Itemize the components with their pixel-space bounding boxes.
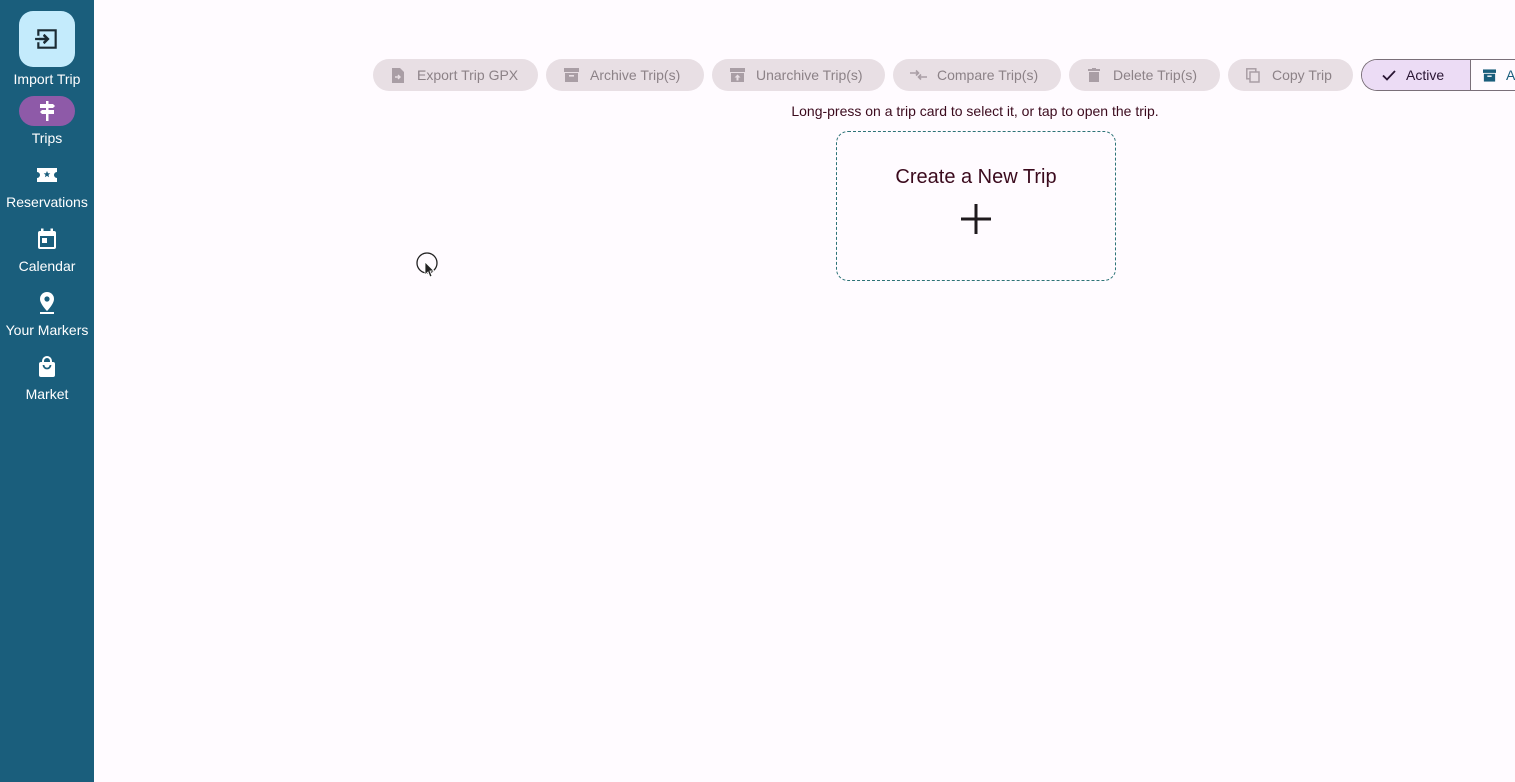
rail-item-reservations[interactable]: Reservations	[0, 160, 94, 210]
archive-trips-button[interactable]: Archive Trip(s)	[546, 59, 704, 91]
compare-trips-label: Compare Trip(s)	[937, 67, 1039, 83]
copy-icon	[1244, 66, 1262, 84]
filter-archived-segment[interactable]: A	[1471, 60, 1515, 90]
rail-label-reservations: Reservations	[6, 194, 88, 210]
rail-label-trips: Trips	[31, 130, 63, 146]
map-marker-icon	[40, 292, 54, 314]
rail-label-calendar: Calendar	[18, 258, 76, 274]
create-new-trip-title: Create a New Trip	[895, 166, 1057, 188]
archive-trips-label: Archive Trip(s)	[590, 67, 681, 83]
rail-item-market[interactable]: Market	[0, 352, 94, 402]
calendar-icon	[38, 228, 56, 249]
rail-item-your-markers[interactable]: Your Markers	[0, 288, 94, 338]
compare-arrows-icon	[909, 66, 927, 84]
compare-trips-button[interactable]: Compare Trip(s)	[893, 59, 1061, 91]
signpost-icon	[40, 101, 55, 121]
mouse-cursor	[416, 252, 440, 285]
trips-indicator[interactable]	[19, 96, 75, 126]
market-icon-wrap	[19, 352, 75, 382]
rail-label-your-markers: Your Markers	[5, 322, 89, 338]
filter-active-segment[interactable]: Active	[1362, 60, 1471, 90]
archive-icon	[562, 66, 580, 84]
filter-archived-label: A	[1506, 67, 1515, 83]
create-new-trip-card[interactable]: Create a New Trip	[836, 131, 1116, 281]
delete-trips-label: Delete Trip(s)	[1113, 67, 1198, 83]
unarchive-icon	[728, 66, 746, 84]
rail-item-calendar[interactable]: Calendar	[0, 224, 94, 274]
trip-actions-toolbar: Export Trip GPX Archive Trip(s) Unarchiv…	[0, 59, 1515, 91]
check-icon	[1382, 69, 1396, 81]
trip-status-filter: Active A	[1361, 59, 1515, 91]
reservations-icon-wrap	[19, 160, 75, 190]
copy-trip-label: Copy Trip	[1272, 67, 1332, 83]
markers-icon-wrap	[19, 288, 75, 318]
unarchive-trips-button[interactable]: Unarchive Trip(s)	[712, 59, 885, 91]
selection-hint: Long-press on a trip card to select it, …	[791, 103, 1159, 119]
unarchive-trips-label: Unarchive Trip(s)	[756, 67, 863, 83]
file-export-icon	[389, 66, 407, 84]
export-trip-gpx-label: Export Trip GPX	[417, 67, 519, 83]
shopping-bag-icon	[39, 356, 55, 377]
plus-icon	[961, 204, 991, 234]
cursor-pointer-icon	[416, 252, 438, 278]
rail-item-trips[interactable]: Trips	[0, 96, 94, 146]
calendar-icon-wrap	[19, 224, 75, 254]
export-trip-gpx-button[interactable]: Export Trip GPX	[373, 59, 538, 91]
import-icon	[34, 29, 57, 49]
copy-trip-button[interactable]: Copy Trip	[1228, 59, 1353, 91]
filter-active-label: Active	[1406, 67, 1445, 83]
rail-label-market: Market	[25, 386, 69, 402]
delete-trips-button[interactable]: Delete Trip(s)	[1069, 59, 1220, 91]
trash-icon	[1085, 66, 1103, 84]
archive-icon	[1483, 68, 1496, 82]
navigation-rail: Import Trip Trips Reservations Calendar …	[0, 0, 94, 782]
ticket-icon	[37, 168, 57, 182]
